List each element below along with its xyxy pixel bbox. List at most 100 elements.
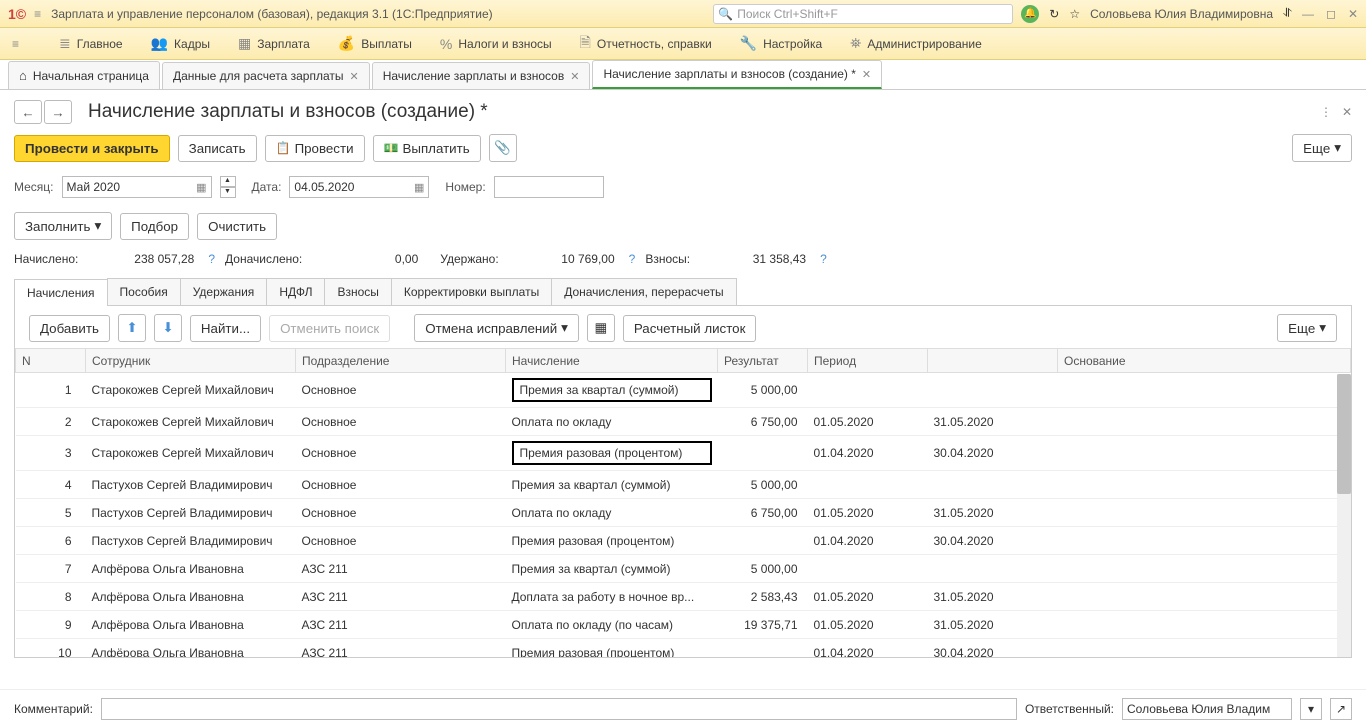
inner-tab[interactable]: Пособия [107, 278, 181, 305]
clear-button[interactable]: Очистить [197, 213, 277, 240]
minimize-icon[interactable]: — [1302, 7, 1314, 21]
help-icon[interactable]: ? [208, 252, 215, 266]
history-icon[interactable]: ↻ [1049, 7, 1059, 21]
cell-accrual: Оплата по окладу [506, 408, 718, 436]
doc-tab[interactable]: Начисление зарплаты и взносов (создание)… [592, 60, 882, 89]
cancel-fix-button[interactable]: Отмена исправлений ▾ [414, 314, 579, 342]
table-row[interactable]: 4 Пастухов Сергей Владимирович Основное … [16, 471, 1351, 499]
table-row[interactable]: 2 Старокожев Сергей Михайлович Основное … [16, 408, 1351, 436]
inner-tab[interactable]: НДФЛ [266, 278, 325, 305]
attach-button[interactable]: 📎 [489, 134, 517, 162]
help-icon[interactable]: ? [820, 252, 827, 266]
inner-tab[interactable]: Корректировки выплаты [391, 278, 552, 305]
find-button[interactable]: Найти... [190, 315, 261, 342]
table-row[interactable]: 6 Пастухов Сергей Владимирович Основное … [16, 527, 1351, 555]
col-department[interactable]: Подразделение [296, 349, 506, 373]
table-row[interactable]: 9 Алфёрова Ольга Ивановна АЗС 211 Оплата… [16, 611, 1351, 639]
filter-icon[interactable]: ⥯ [1283, 6, 1292, 21]
post-button[interactable]: 📋Провести [265, 135, 365, 162]
move-up-button[interactable]: ⬆ [118, 314, 146, 342]
scroll-thumb[interactable] [1337, 374, 1351, 494]
responsible-input[interactable]: Соловьева Юлия Владим [1122, 698, 1292, 720]
table-row[interactable]: 5 Пастухов Сергей Владимирович Основное … [16, 499, 1351, 527]
menu-icon: ⛯ [850, 35, 861, 52]
spinner-up-icon[interactable]: ▲ [220, 176, 236, 187]
kebab-icon[interactable]: ⋮ [1320, 105, 1332, 119]
move-down-button[interactable]: ⬇ [154, 314, 182, 342]
arrow-down-icon: ⬇ [162, 320, 173, 336]
save-button[interactable]: Записать [178, 135, 257, 162]
col-n[interactable]: N [16, 349, 86, 373]
cell-result: 19 375,71 [718, 611, 808, 639]
menu-item[interactable]: 🔧Настройка [740, 32, 823, 56]
inner-tab[interactable]: Начисления [14, 279, 108, 306]
maximize-icon[interactable]: ◻ [1326, 7, 1336, 21]
inner-tab[interactable]: Взносы [324, 278, 391, 305]
cell-basis [1058, 373, 1351, 408]
cancel-search-button: Отменить поиск [269, 315, 390, 342]
add-row-button[interactable]: Добавить [29, 315, 110, 342]
pick-button[interactable]: Подбор [120, 213, 189, 240]
star-icon[interactable]: ☆ [1069, 7, 1080, 21]
menu-toggle-icon[interactable]: ≡ [12, 37, 19, 51]
col-period-end[interactable] [928, 349, 1058, 373]
open-button[interactable]: ↗ [1330, 698, 1352, 720]
spinner-down-icon[interactable]: ▼ [220, 187, 236, 198]
doc-tab[interactable]: Данные для расчета зарплаты✕ [162, 62, 370, 89]
comment-input[interactable] [101, 698, 1017, 720]
table-row[interactable]: 10 Алфёрова Ольга Ивановна АЗС 211 Преми… [16, 639, 1351, 659]
fill-button[interactable]: Заполнить ▾ [14, 212, 112, 240]
number-input[interactable] [494, 176, 604, 198]
menu-item[interactable]: ▦Зарплата [238, 32, 310, 56]
menu-item[interactable]: ⛯Администрирование [850, 32, 982, 56]
table-row[interactable]: 1 Старокожев Сергей Михайлович Основное … [16, 373, 1351, 408]
post-and-close-button[interactable]: Провести и закрыть [14, 135, 170, 162]
month-value: Май 2020 [67, 180, 121, 194]
table-row[interactable]: 8 Алфёрова Ольга Ивановна АЗС 211 Доплат… [16, 583, 1351, 611]
calendar-icon[interactable]: ▦ [196, 181, 206, 194]
cell-result: 5 000,00 [718, 471, 808, 499]
col-period[interactable]: Период [808, 349, 928, 373]
pay-label: Выплатить [402, 141, 469, 156]
table-row[interactable]: 7 Алфёрова Ольга Ивановна АЗС 211 Премия… [16, 555, 1351, 583]
col-basis[interactable]: Основание [1058, 349, 1351, 373]
doc-tab[interactable]: Начисление зарплаты и взносов✕ [372, 62, 591, 89]
more-button[interactable]: Еще ▾ [1292, 134, 1352, 162]
col-employee[interactable]: Сотрудник [86, 349, 296, 373]
search-input[interactable]: 🔍 Поиск Ctrl+Shift+F [713, 4, 1013, 24]
inner-tab[interactable]: Доначисления, перерасчеты [551, 278, 736, 305]
inner-tab[interactable]: Удержания [180, 278, 268, 305]
table-more-button[interactable]: Еще ▾ [1277, 314, 1337, 342]
date-input[interactable]: 04.05.2020▦ [289, 176, 429, 198]
help-icon[interactable]: ? [629, 252, 636, 266]
hamburger-icon[interactable]: ≡ [34, 7, 41, 21]
nav-forward-button[interactable]: → [44, 100, 72, 124]
doc-tab[interactable]: ⌂Начальная страница [8, 61, 160, 89]
nav-back-button[interactable]: ← [14, 100, 42, 124]
menu-item[interactable]: 🗎Отчетность, справки [580, 32, 712, 56]
tab-close-icon[interactable]: ✕ [570, 70, 579, 83]
menu-item[interactable]: %Налоги и взносы [440, 32, 552, 56]
table-row[interactable]: 3 Старокожев Сергей Михайлович Основное … [16, 436, 1351, 471]
menu-item[interactable]: 💰Выплаты [338, 32, 412, 56]
menu-item[interactable]: 👥Кадры [151, 32, 210, 56]
tab-close-icon[interactable]: ✕ [349, 70, 358, 83]
col-accrual[interactable]: Начисление [506, 349, 718, 373]
tab-close-icon[interactable]: ✕ [862, 68, 871, 81]
accruals-table[interactable]: N Сотрудник Подразделение Начисление Рез… [15, 348, 1351, 658]
menu-item[interactable]: ≣Главное [59, 32, 123, 56]
bell-icon[interactable]: 🔔 [1021, 5, 1039, 23]
menu-icon: ▦ [238, 35, 251, 52]
pay-button[interactable]: 💵Выплатить [373, 135, 481, 162]
close-page-icon[interactable]: ✕ [1342, 105, 1352, 119]
user-name[interactable]: Соловьева Юлия Владимировна [1090, 7, 1273, 21]
close-icon[interactable]: ✕ [1348, 7, 1358, 21]
scrollbar[interactable] [1337, 374, 1351, 657]
month-spinner[interactable]: ▲▼ [220, 176, 236, 198]
dropdown-button[interactable]: ▾ [1300, 698, 1322, 720]
table-settings-button[interactable]: ▦ [587, 314, 615, 342]
payslip-button[interactable]: Расчетный листок [623, 315, 757, 342]
col-result[interactable]: Результат [718, 349, 808, 373]
month-input[interactable]: Май 2020 ▦ [62, 176, 212, 198]
calendar-icon[interactable]: ▦ [414, 181, 424, 194]
